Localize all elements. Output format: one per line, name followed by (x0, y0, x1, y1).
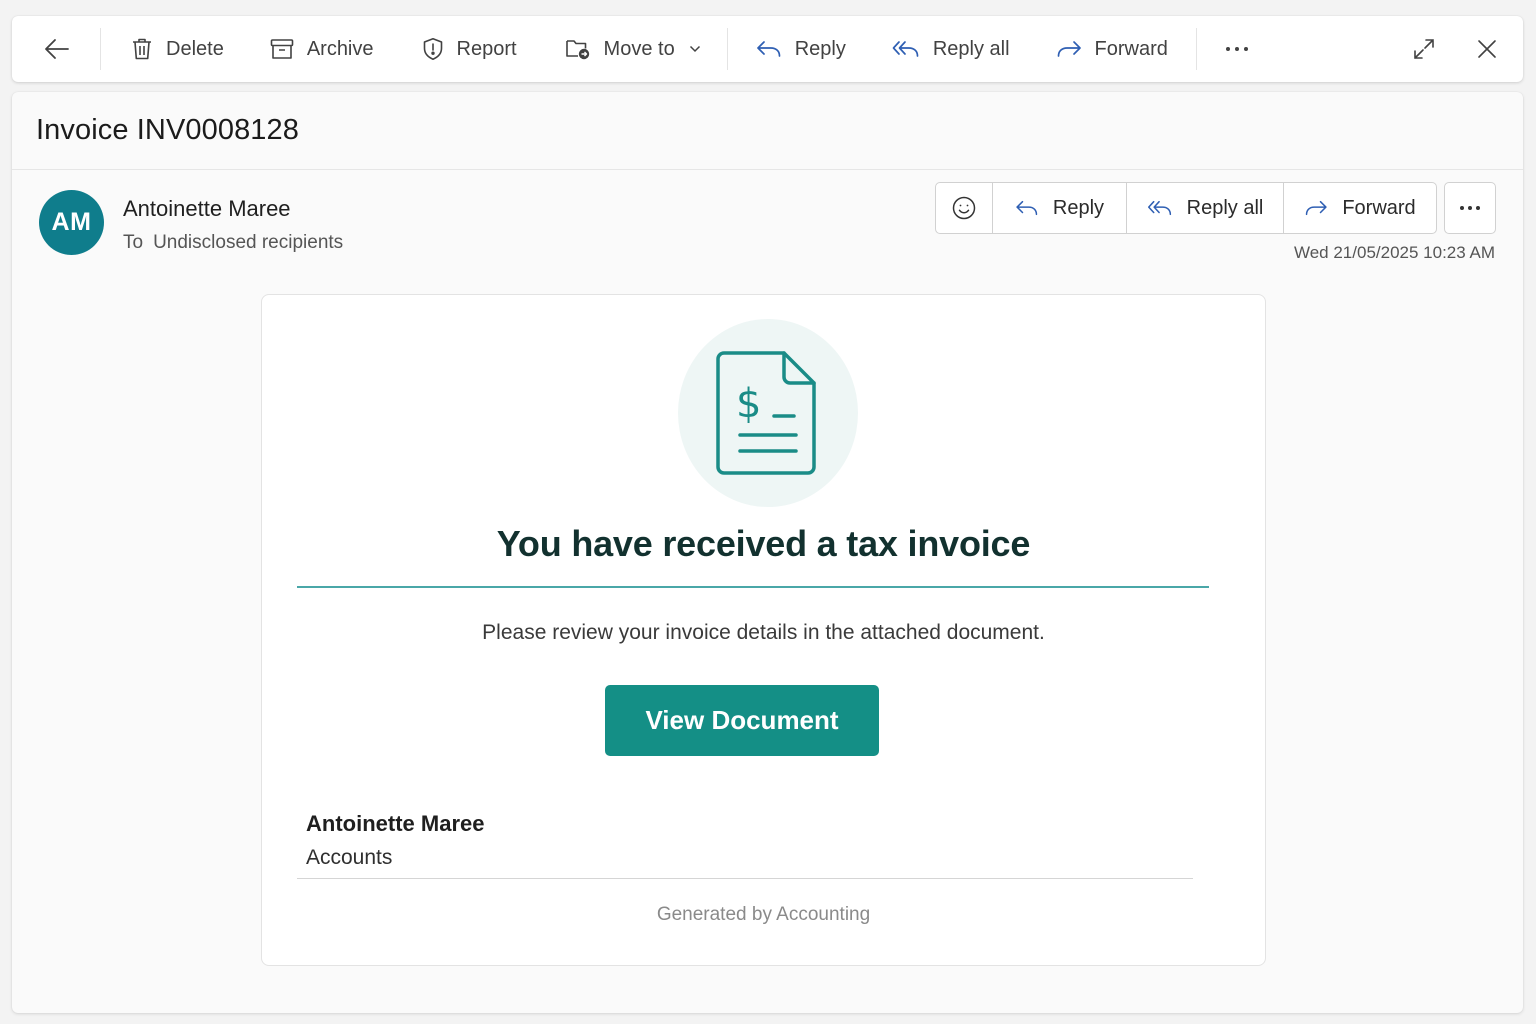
expand-icon (1414, 39, 1434, 59)
message-subject: Invoice INV0008128 (36, 114, 299, 146)
delete-button[interactable]: Delete (121, 27, 234, 71)
email-headline: You have received a tax invoice (496, 523, 1031, 564)
message-actions: Reply Reply all Forward (935, 182, 1437, 234)
reply-all-button[interactable]: Reply all (1127, 183, 1284, 233)
reply-all-label: Reply all (1186, 196, 1264, 219)
headline-divider (297, 586, 1209, 588)
reply-all-label: Reply all (932, 37, 1010, 60)
more-dots-icon (1460, 206, 1480, 210)
reply-arrow-icon (756, 41, 781, 57)
close-button[interactable] (1463, 27, 1511, 71)
reply-button[interactable]: Reply (746, 27, 856, 71)
move-to-label: Move to (603, 37, 675, 60)
email-body-card: $ You have received a tax invoice Please… (261, 294, 1266, 966)
toolbar-divider (1195, 28, 1197, 70)
archive-button[interactable]: Archive (260, 27, 384, 71)
chevron-down-icon (689, 45, 700, 53)
forward-arrow-icon (1057, 41, 1081, 57)
avatar[interactable]: AM (39, 190, 104, 255)
forward-button[interactable]: Forward (1284, 183, 1436, 233)
emoji-reaction-button[interactable] (936, 183, 993, 233)
recipients[interactable]: Undisclosed recipients (153, 232, 343, 253)
close-icon (1478, 40, 1496, 58)
message-date: Wed 21/05/2025 10:23 AM (1293, 243, 1495, 262)
archive-label: Archive (306, 37, 374, 60)
more-dots-icon (1225, 47, 1248, 51)
reading-pane: Invoice INV0008128 AM Antoinette Maree T… (12, 92, 1523, 1013)
move-to-button[interactable]: Move to (555, 27, 711, 71)
invoice-document-icon: $ (716, 351, 816, 475)
back-button[interactable] (32, 27, 82, 71)
sender-name[interactable]: Antoinette Maree (123, 196, 291, 222)
reply-all-arrow-icon (892, 41, 919, 57)
signature-department: Accounts (306, 846, 393, 869)
report-button[interactable]: Report (412, 27, 527, 71)
email-body-text: Please review your invoice details in th… (482, 621, 1045, 644)
forward-button[interactable]: Forward (1046, 27, 1178, 71)
more-message-actions-button[interactable] (1444, 182, 1496, 234)
folder-move-icon (565, 40, 589, 60)
reply-label: Reply (794, 37, 846, 60)
delete-label: Delete (166, 37, 224, 60)
forward-arrow-icon (1306, 200, 1327, 216)
reply-button[interactable]: Reply (993, 183, 1127, 233)
report-label: Report (456, 37, 517, 60)
expand-button[interactable] (1399, 27, 1449, 71)
to-prefix: To (123, 232, 144, 253)
arrow-left-icon (45, 39, 69, 59)
forward-label: Forward (1342, 196, 1416, 219)
shield-icon (423, 38, 442, 60)
reply-all-arrow-icon (1147, 200, 1171, 216)
footer-divider (297, 878, 1193, 879)
email-footer: Generated by Accounting (656, 904, 871, 925)
view-document-button[interactable]: View Document (605, 685, 879, 756)
trash-icon (133, 38, 151, 60)
message-toolbar: Delete Archive Report Move to Reply Repl… (12, 16, 1523, 82)
toolbar-divider (726, 28, 728, 70)
signature-name: Antoinette Maree (306, 811, 485, 836)
more-actions-button[interactable] (1215, 27, 1259, 71)
reply-all-button[interactable]: Reply all (882, 27, 1020, 71)
document-badge: $ (678, 319, 858, 507)
toolbar-divider (100, 28, 101, 70)
reply-arrow-icon (1016, 200, 1038, 216)
reply-label: Reply (1052, 196, 1105, 219)
svg-text:$: $ (736, 381, 761, 427)
subject-bar: Invoice INV0008128 (12, 92, 1523, 170)
recipients-line: To Undisclosed recipients (123, 232, 343, 254)
smiley-icon (952, 196, 976, 220)
archive-box-icon (270, 39, 294, 59)
forward-label: Forward (1094, 37, 1168, 60)
